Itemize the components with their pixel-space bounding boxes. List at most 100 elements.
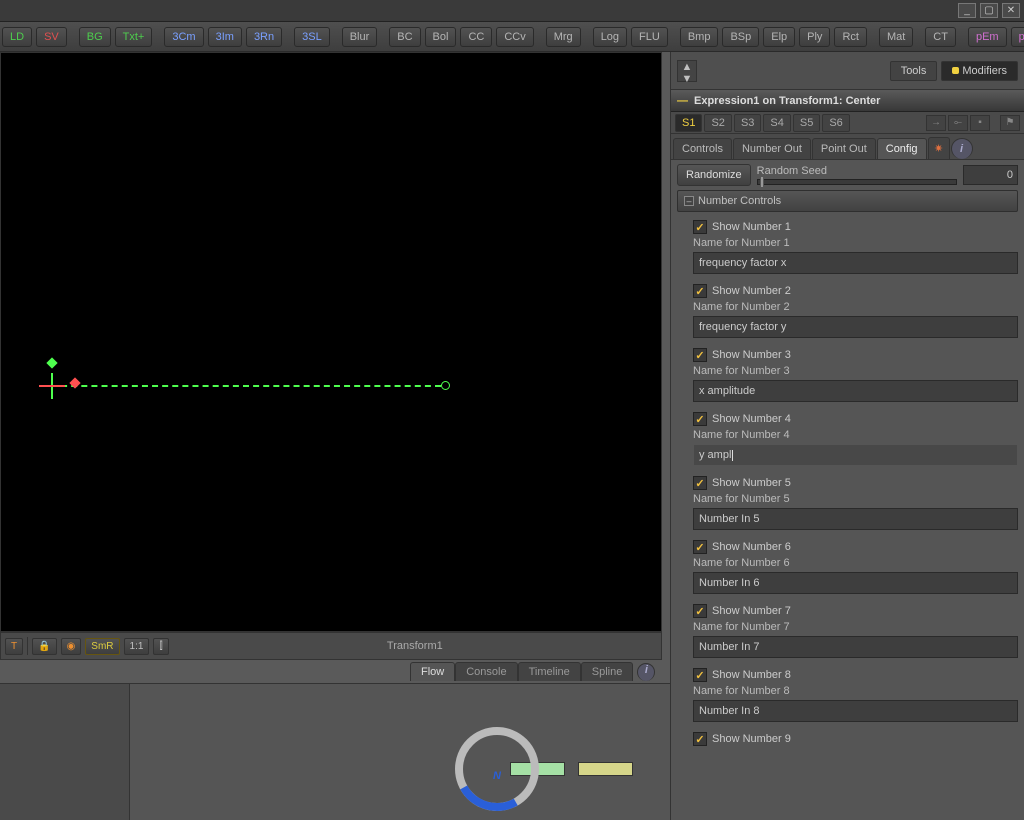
toolbar-btn-bsp[interactable]: BSp — [722, 27, 759, 47]
collapse-toggle-icon[interactable]: – — [684, 196, 694, 206]
number-control-6: ✓Show Number 6Name for Number 6Number In… — [677, 532, 1018, 596]
key-icon[interactable]: ⟜ — [948, 115, 968, 131]
toolbar-btn-mat[interactable]: Mat — [879, 27, 913, 47]
tab-info[interactable]: i — [951, 138, 973, 159]
script-s4[interactable]: S4 — [763, 114, 790, 132]
property-tabs: Controls Number Out Point Out Config ✷ i — [671, 134, 1024, 160]
script-s1[interactable]: S1 — [675, 114, 702, 132]
name-for-number-label: Name for Number 1 — [693, 237, 1018, 249]
tab-info[interactable]: i — [637, 663, 655, 681]
side-spinner[interactable]: ▲▼ — [677, 60, 697, 82]
toolbar-btn-3sl[interactable]: 3SL — [294, 27, 330, 47]
pin-icon[interactable]: ⚑ — [1000, 115, 1020, 131]
viewer-ratio-button[interactable]: 1:1 — [124, 638, 150, 655]
toolbar-btn-bmp[interactable]: Bmp — [680, 27, 719, 47]
tab-console[interactable]: Console — [455, 662, 517, 681]
show-number-checkbox[interactable]: ✓ — [693, 220, 707, 234]
toolbar-btn-bc[interactable]: BC — [389, 27, 420, 47]
collapse-icon[interactable]: — — [677, 95, 688, 107]
randomize-button[interactable]: Randomize — [677, 164, 751, 186]
gizmo-center[interactable] — [41, 375, 63, 397]
name-for-number-label: Name for Number 7 — [693, 621, 1018, 633]
number-name-input[interactable]: frequency factor x — [693, 252, 1018, 274]
flow-node[interactable] — [578, 762, 633, 776]
show-number-checkbox[interactable]: ✓ — [693, 732, 707, 746]
tab-spline[interactable]: Spline — [581, 662, 634, 681]
viewer[interactable]: ustomhake — [0, 52, 662, 632]
toolbar-btn-cc[interactable]: CC — [460, 27, 492, 47]
flow-navigator[interactable] — [0, 684, 130, 820]
script-s3[interactable]: S3 — [734, 114, 761, 132]
toolbar-btn-rct[interactable]: Rct — [834, 27, 867, 47]
name-for-number-label: Name for Number 5 — [693, 493, 1018, 505]
slider-thumb[interactable] — [760, 176, 764, 188]
toolbar-btn-3cm[interactable]: 3Cm — [164, 27, 203, 47]
toolbar-btn-ld[interactable]: LD — [2, 27, 32, 47]
gizmo-x-axis[interactable] — [51, 385, 441, 387]
dot-icon[interactable]: ▪ — [970, 115, 990, 131]
toolbar-btn-prn[interactable]: pRn — [1011, 27, 1024, 47]
toolbar-btn-3im[interactable]: 3Im — [208, 27, 242, 47]
number-name-input[interactable]: Number In 8 — [693, 700, 1018, 722]
toolbar-btn-bg[interactable]: BG — [79, 27, 111, 47]
window-close-button[interactable]: ✕ — [1002, 3, 1020, 18]
toolbar-btn-sv[interactable]: SV — [36, 27, 67, 47]
toolbar-btn-pem[interactable]: pEm — [968, 27, 1007, 47]
viewer-node-label: Transform1 — [173, 640, 657, 652]
viewer-handle-button[interactable]: ⫿ — [153, 638, 168, 655]
tab-controls[interactable]: Controls — [673, 138, 732, 159]
number-name-input[interactable]: Number In 6 — [693, 572, 1018, 594]
flow-area[interactable]: N — [0, 684, 670, 820]
toolbar-btn-elp[interactable]: Elp — [763, 27, 795, 47]
toolbar-btn-ct[interactable]: CT — [925, 27, 956, 47]
show-number-checkbox[interactable]: ✓ — [693, 540, 707, 554]
toolbar-btn-ccv[interactable]: CCv — [496, 27, 533, 47]
number-name-input[interactable]: Number In 7 — [693, 636, 1018, 658]
window-maximize-button[interactable]: ▢ — [980, 3, 998, 18]
random-seed-value[interactable]: 0 — [963, 165, 1018, 185]
tab-settings[interactable]: ✷ — [928, 137, 950, 159]
gizmo-y-arrow[interactable] — [46, 357, 57, 368]
toolbar-btn-3rn[interactable]: 3Rn — [246, 27, 282, 47]
tab-tools[interactable]: Tools — [890, 61, 938, 81]
tab-timeline[interactable]: Timeline — [518, 662, 581, 681]
show-number-checkbox[interactable]: ✓ — [693, 668, 707, 682]
viewer-smr-button[interactable]: SmR — [85, 638, 119, 655]
window-minimize-button[interactable]: _ — [958, 3, 976, 18]
toolbar-btn-flu[interactable]: FLU — [631, 27, 668, 47]
show-number-checkbox[interactable]: ✓ — [693, 412, 707, 426]
tab-config[interactable]: Config — [877, 138, 927, 159]
number-name-input[interactable]: x amplitude — [693, 380, 1018, 402]
toolbar-btn-bol[interactable]: Bol — [425, 27, 457, 47]
script-s5[interactable]: S5 — [793, 114, 820, 132]
toolbar-btn-txt+[interactable]: Txt+ — [115, 27, 153, 47]
viewer-t-button[interactable]: T — [5, 638, 23, 655]
number-name-input[interactable]: y ampl — [693, 444, 1018, 466]
tab-modifiers[interactable]: Modifiers — [941, 61, 1018, 81]
number-name-input[interactable]: Number In 5 — [693, 508, 1018, 530]
tab-pointout[interactable]: Point Out — [812, 138, 876, 159]
random-seed-slider[interactable] — [757, 179, 957, 185]
show-number-checkbox[interactable]: ✓ — [693, 348, 707, 362]
gizmo-x-handle[interactable] — [441, 381, 450, 390]
script-s6[interactable]: S6 — [822, 114, 849, 132]
number-control-8: ✓Show Number 8Name for Number 8Number In… — [677, 660, 1018, 724]
show-number-checkbox[interactable]: ✓ — [693, 604, 707, 618]
number-controls-group[interactable]: – Number Controls — [677, 190, 1018, 212]
expression-header[interactable]: — Expression1 on Transform1: Center — [671, 90, 1024, 112]
number-name-input[interactable]: frequency factor y — [693, 316, 1018, 338]
toolbar-btn-blur[interactable]: Blur — [342, 27, 378, 47]
tab-flow[interactable]: Flow — [410, 662, 455, 681]
toolbar-btn-log[interactable]: Log — [593, 27, 627, 47]
tab-numberout[interactable]: Number Out — [733, 138, 811, 159]
viewer-eye-button[interactable]: ◉ — [61, 638, 82, 655]
arrow-icon[interactable]: → — [926, 115, 946, 131]
viewer-lock-button[interactable]: 🔒 — [32, 638, 56, 655]
window-titlebar: _ ▢ ✕ — [0, 0, 1024, 22]
number-control-1: ✓Show Number 1Name for Number 1frequency… — [677, 212, 1018, 276]
show-number-checkbox[interactable]: ✓ — [693, 284, 707, 298]
toolbar-btn-mrg[interactable]: Mrg — [546, 27, 581, 47]
show-number-checkbox[interactable]: ✓ — [693, 476, 707, 490]
toolbar-btn-ply[interactable]: Ply — [799, 27, 830, 47]
script-s2[interactable]: S2 — [704, 114, 731, 132]
